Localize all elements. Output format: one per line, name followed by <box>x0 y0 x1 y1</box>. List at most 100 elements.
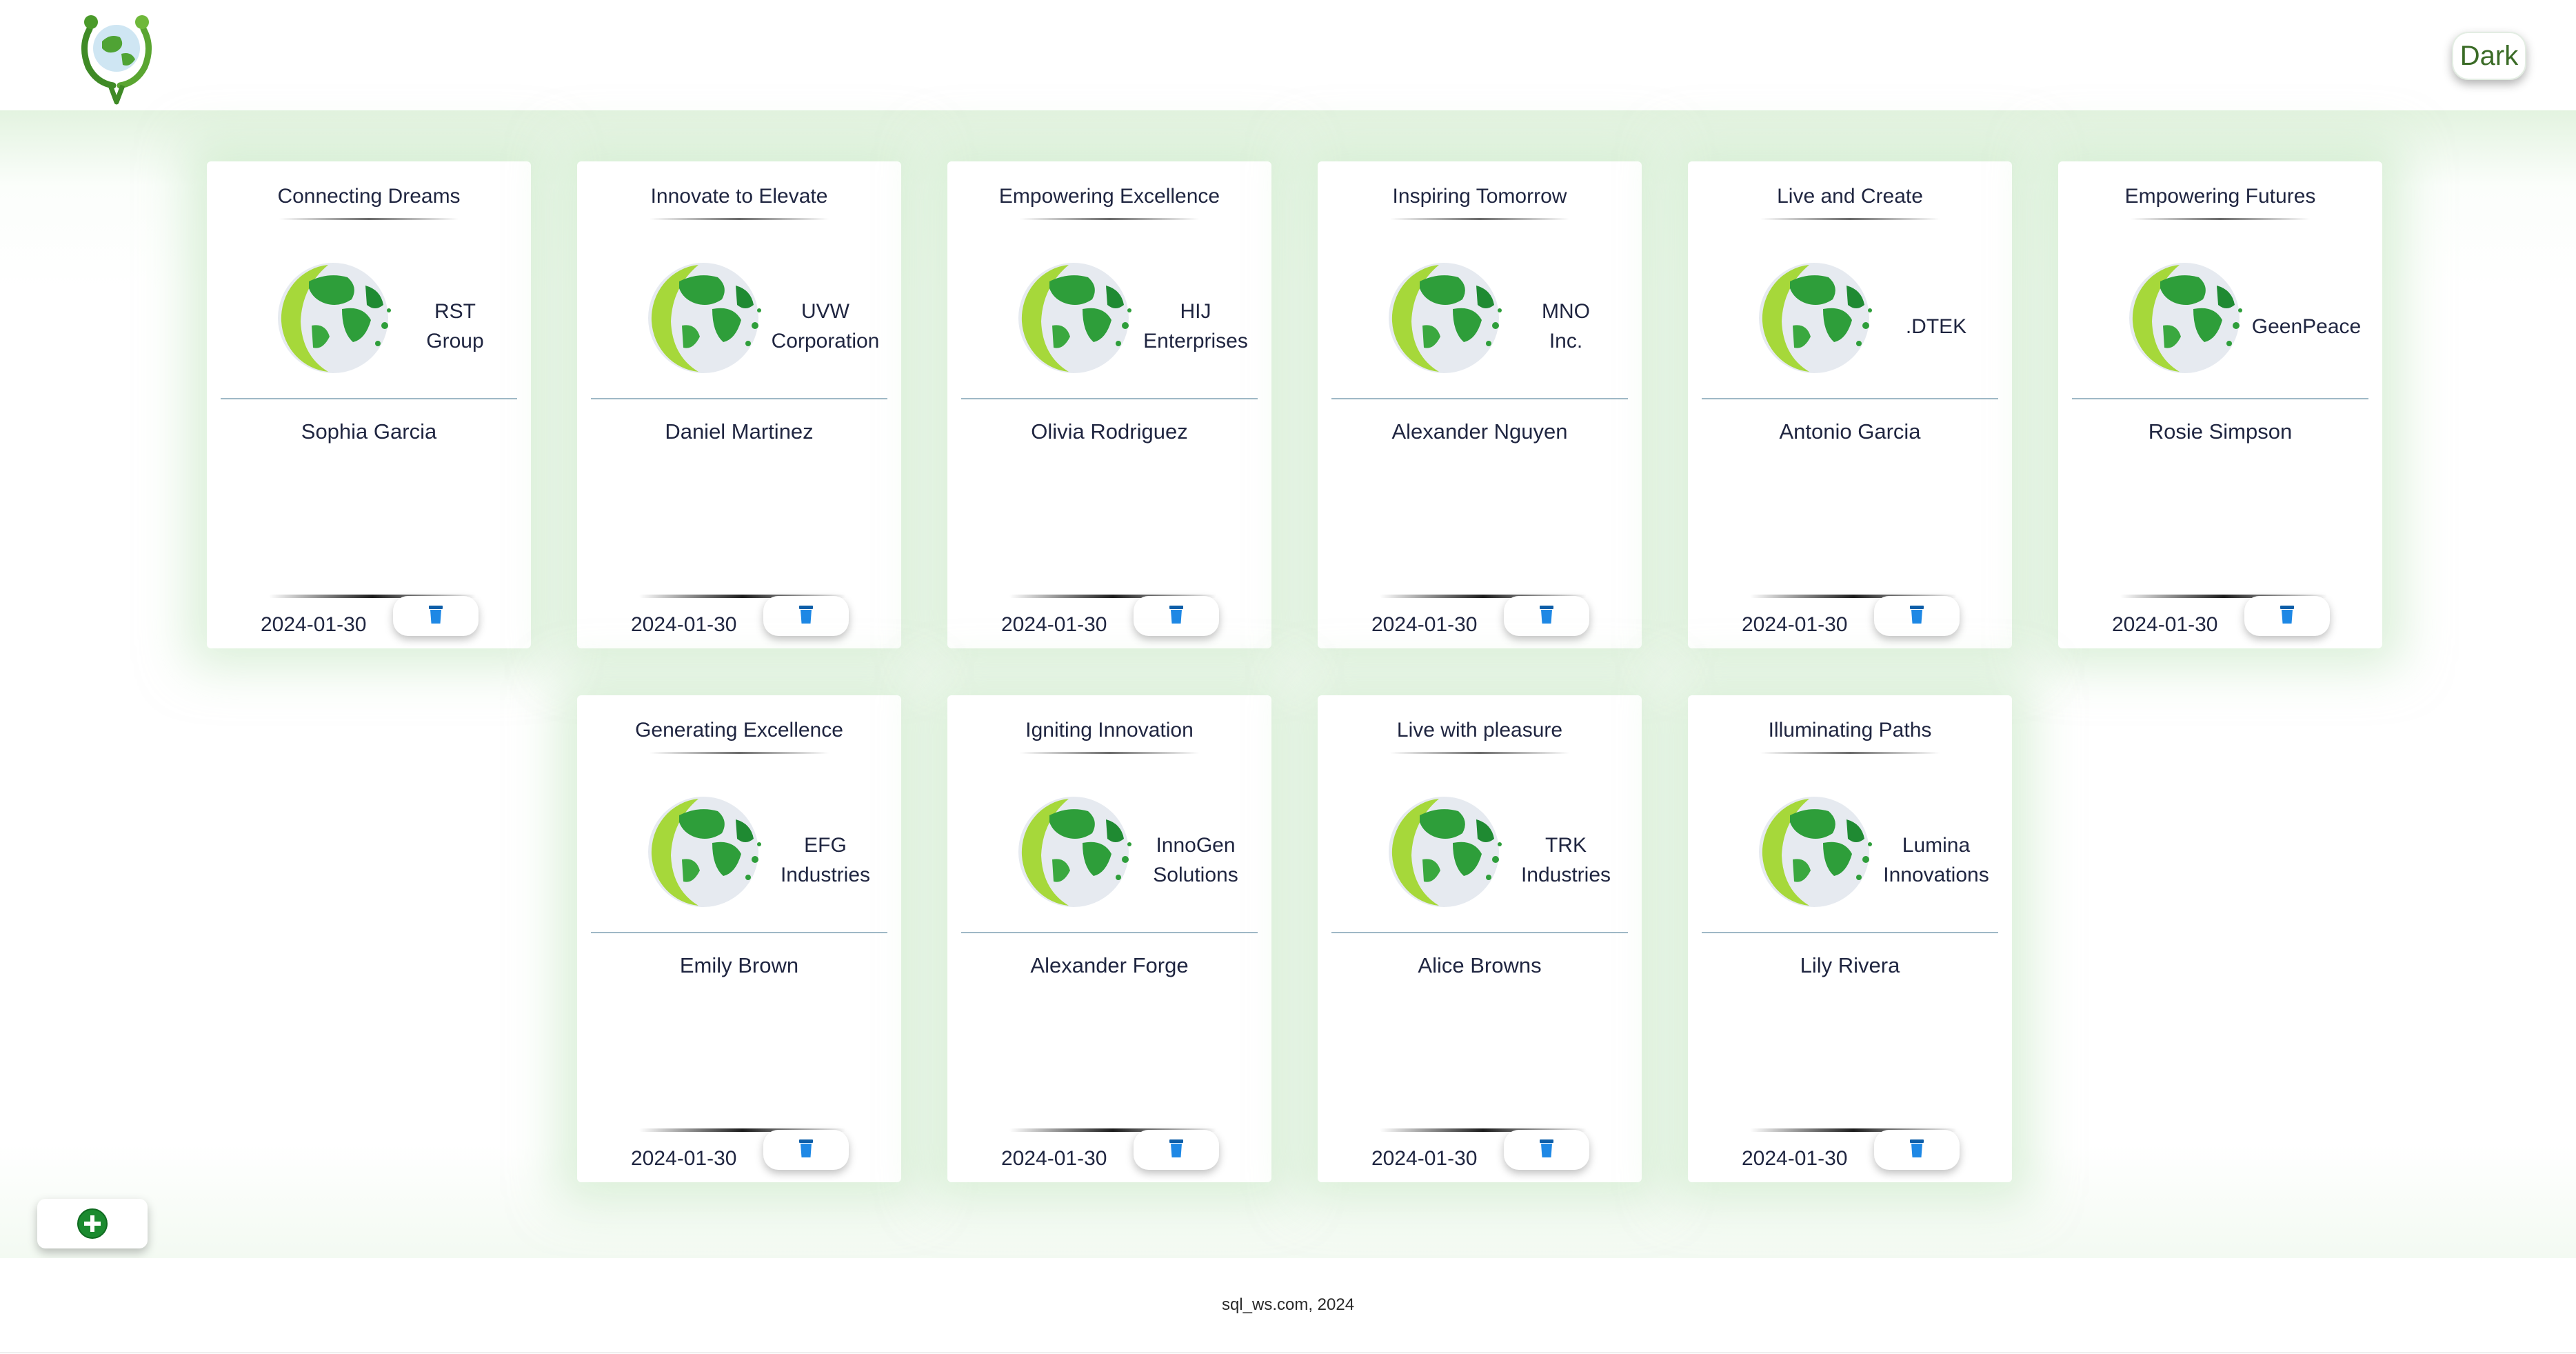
trash-icon <box>429 606 443 624</box>
theme-toggle-button[interactable]: Dark <box>2452 32 2526 80</box>
delete-button[interactable] <box>1134 1130 1219 1170</box>
card-divider <box>221 398 517 399</box>
card-date: 2024-01-30 <box>631 613 737 636</box>
card-divider <box>2072 398 2368 399</box>
trash-icon <box>2280 606 2294 624</box>
card-title: Live and Create <box>1777 185 1923 208</box>
earth-globe-icon <box>1008 259 1139 377</box>
title-underline <box>1760 752 1940 754</box>
earth-globe-icon <box>638 259 769 377</box>
card-date: 2024-01-30 <box>1742 613 1848 636</box>
person-name: Olivia Rodriguez <box>1031 419 1188 444</box>
earth-globe-icon <box>1749 259 1880 377</box>
person-name: Alexander Nguyen <box>1391 419 1568 444</box>
company-name: TRK Industries <box>1520 834 1611 886</box>
project-card: Live and Create .DTEK Antonio Garcia 202… <box>1688 161 2012 648</box>
logo-icon <box>74 8 159 105</box>
title-underline <box>1020 218 1199 220</box>
earth-globe-icon <box>1378 793 1509 910</box>
title-underline <box>1390 752 1569 754</box>
title-underline <box>279 218 459 220</box>
card-divider <box>591 398 887 399</box>
trash-icon <box>1169 1139 1183 1157</box>
company-name: RST Group <box>426 300 484 352</box>
card-title: Empowering Futures <box>2124 185 2316 208</box>
card-divider <box>961 398 1258 399</box>
earth-globe-icon <box>268 259 399 377</box>
trash-icon <box>1540 606 1553 624</box>
delete-button[interactable] <box>1874 596 1960 636</box>
person-name: Sophia Garcia <box>301 419 437 444</box>
title-underline <box>650 218 829 220</box>
footer: sql_ws.com, 2024 <box>0 1258 2576 1354</box>
project-card: Empowering Futures GeenPeace Rosie Simps… <box>2058 161 2382 648</box>
card-divider <box>961 932 1258 933</box>
card-divider <box>1331 398 1628 399</box>
delete-button[interactable] <box>1134 596 1219 636</box>
title-underline <box>1020 752 1199 754</box>
trash-icon <box>799 1139 813 1157</box>
footer-text: sql_ws.com, 2024 <box>1221 1295 1355 1314</box>
card-title: Inspiring Tomorrow <box>1392 185 1567 208</box>
title-underline <box>650 752 829 754</box>
card-title: Generating Excellence <box>635 719 843 741</box>
earth-globe-icon <box>2119 259 2250 377</box>
card-date: 2024-01-30 <box>1371 613 1478 636</box>
card-title: Innovate to Elevate <box>650 185 828 208</box>
delete-button[interactable] <box>763 596 849 636</box>
card-title: Live with pleasure <box>1396 719 1563 741</box>
person-name: Daniel Martinez <box>665 419 814 444</box>
delete-button[interactable] <box>393 596 479 636</box>
delete-button[interactable] <box>1504 596 1589 636</box>
company-name: UVW Corporation <box>771 300 880 352</box>
card-date: 2024-01-30 <box>1371 1147 1478 1170</box>
add-card-button[interactable] <box>37 1199 148 1248</box>
person-name: Emily Brown <box>679 953 799 977</box>
delete-button[interactable] <box>1874 1130 1960 1170</box>
trash-icon <box>1910 606 1924 624</box>
project-card: Generating Excellence EFG Industries Emil… <box>577 695 901 1182</box>
card-date: 2024-01-30 <box>2112 613 2218 636</box>
trash-icon <box>1910 1139 1924 1157</box>
earth-globe-icon <box>1378 259 1509 377</box>
card-divider <box>1331 932 1628 933</box>
earth-globe-icon <box>1008 793 1139 910</box>
header: Dark <box>0 0 2576 110</box>
project-card: Connecting Dreams RST Group Sophia Garcia… <box>207 161 531 648</box>
project-card: Empowering Excellence HIJ Enterprises Oli… <box>947 161 1271 648</box>
card-date: 2024-01-30 <box>1001 613 1107 636</box>
card-title: Connecting Dreams <box>277 185 461 208</box>
card-date: 2024-01-30 <box>261 613 367 636</box>
delete-button[interactable] <box>2244 596 2330 636</box>
trash-icon <box>1540 1139 1553 1157</box>
delete-button[interactable] <box>763 1130 849 1170</box>
card-date: 2024-01-30 <box>1001 1147 1107 1170</box>
person-name: Alice Browns <box>1418 953 1542 977</box>
card-date: 2024-01-30 <box>631 1147 737 1170</box>
card-title: Empowering Excellence <box>998 185 1220 208</box>
project-card: Innovate to Elevate UVW Corporation Danie… <box>577 161 901 648</box>
company-name: EFG Industries <box>780 834 871 886</box>
company-name: GeenPeace <box>2251 315 2362 338</box>
company-name: MNO Inc. <box>1542 300 1590 352</box>
person-name: Antonio Garcia <box>1779 419 1921 444</box>
company-name: InnoGen Solutions <box>1153 834 1238 886</box>
card-date: 2024-01-30 <box>1742 1147 1848 1170</box>
company-name: HIJ Enterprises <box>1143 300 1248 352</box>
cards-area: Connecting Dreams RST Group Sophia Garcia… <box>0 110 2576 1258</box>
delete-button[interactable] <box>1504 1130 1589 1170</box>
person-name: Alexander Forge <box>1030 953 1189 977</box>
earth-globe-icon <box>1749 793 1880 910</box>
title-underline <box>1760 218 1940 220</box>
project-card: Illuminating Paths Lumina Innovations Lil… <box>1688 695 2012 1182</box>
card-divider <box>1702 932 1998 933</box>
company-name: .DTEK <box>1905 315 1967 338</box>
title-underline <box>2131 218 2310 220</box>
footer-rule <box>0 1352 2576 1353</box>
card-divider <box>1702 398 1998 399</box>
plus-circle-icon <box>77 1208 108 1239</box>
project-card: Inspiring Tomorrow MNO Inc. Alexander Ngu… <box>1318 161 1642 648</box>
card-title: Igniting Innovation <box>1025 719 1194 741</box>
earth-globe-icon <box>638 793 769 910</box>
card-title: Illuminating Paths <box>1768 719 1932 741</box>
